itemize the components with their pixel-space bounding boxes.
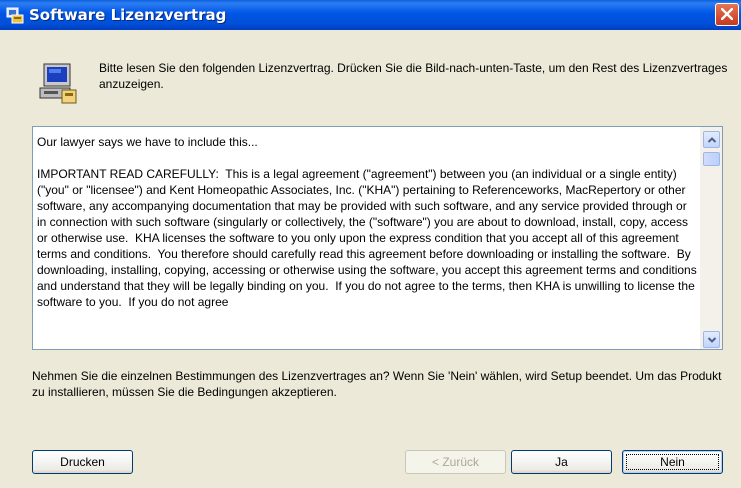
scroll-down-arrow-icon	[707, 337, 717, 343]
license-dialog: Software Lizenzvertrag Bitte lesen Sie d…	[0, 0, 741, 488]
print-button[interactable]: Drucken	[32, 450, 133, 474]
vertical-scrollbar[interactable]	[700, 127, 722, 349]
license-textbox[interactable]: Our lawyer says we have to include this.…	[32, 126, 723, 350]
setup-icon	[6, 6, 24, 24]
yes-button[interactable]: Ja	[511, 450, 612, 474]
no-button[interactable]: Nein	[622, 450, 723, 474]
scroll-thumb[interactable]	[703, 152, 720, 166]
back-button-label: < Zurück	[431, 454, 479, 469]
accept-question-text: Nehmen Sie die einzelnen Bestimmungen de…	[32, 369, 722, 399]
license-text: Our lawyer says we have to include this.…	[37, 135, 697, 309]
computer-setup-icon	[38, 62, 78, 104]
yes-button-label: Ja	[555, 454, 568, 469]
title-bar[interactable]: Software Lizenzvertrag	[0, 0, 741, 30]
instruction-text: Bitte lesen Sie den folgenden Lizenzvert…	[99, 61, 728, 91]
window-title: Software Lizenzvertrag	[29, 6, 227, 24]
close-button[interactable]	[715, 3, 739, 26]
no-button-label: Nein	[660, 454, 685, 469]
scroll-up-button[interactable]	[703, 131, 720, 148]
back-button[interactable]: < Zurück	[405, 450, 506, 474]
scroll-down-button[interactable]	[703, 331, 720, 348]
print-button-label: Drucken	[60, 454, 105, 469]
close-icon	[721, 8, 733, 20]
scroll-up-arrow-icon	[707, 137, 717, 143]
